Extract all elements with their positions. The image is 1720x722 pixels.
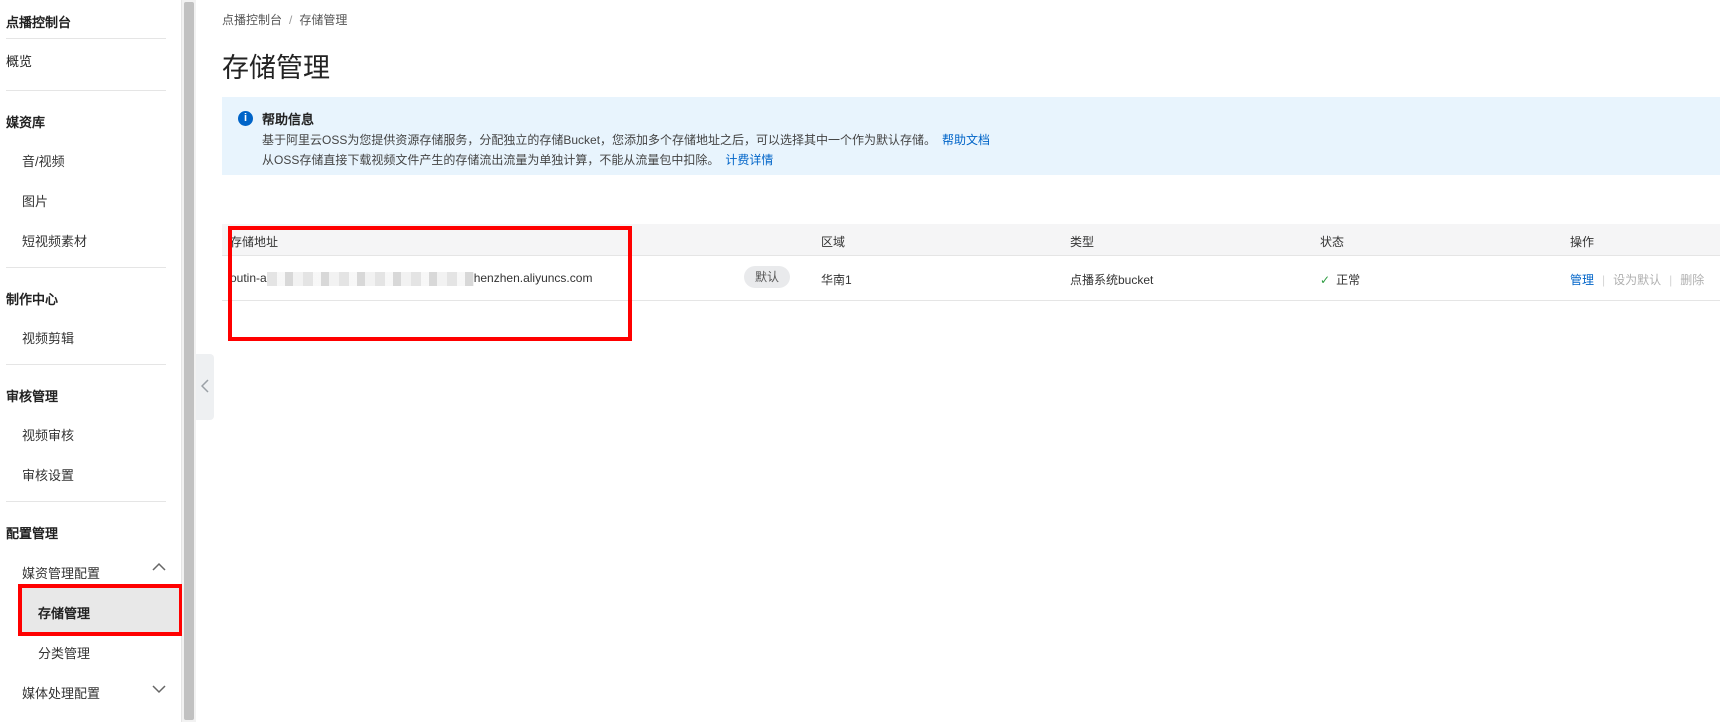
delete-button[interactable]: 删除 — [1680, 273, 1704, 287]
region-cell: 华南1 — [821, 273, 852, 287]
breadcrumb-root[interactable]: 点播控制台 — [222, 13, 282, 27]
check-icon: ✓ — [1320, 273, 1331, 287]
sidebar-item-overview[interactable]: 概览 — [6, 51, 32, 70]
sidebar-section-production: 制作中心 — [6, 292, 59, 307]
sidebar-item-storage-management[interactable]: 存储管理 — [38, 603, 90, 622]
type-cell: 点播系统bucket — [1070, 273, 1154, 287]
main-content: 点播控制台 / 存储管理 存储管理 i 帮助信息 基于阿里云OSS为您提供资源存储服… — [214, 0, 1720, 722]
help-text-1: 基于阿里云OSS为您提供资源存储服务，分配独立的存储Bucket，您添加多个存储… — [262, 133, 937, 147]
sidebar-section-media-library: 媒资库 — [6, 115, 46, 130]
sidebar: 点播控制台 概览 媒资库 音/视频 图片 短视频素材 制作中心 视频剪辑 审核管… — [0, 0, 183, 722]
sidebar-divider — [6, 501, 166, 502]
action-divider: | — [1669, 273, 1673, 287]
column-header-region: 区域 — [821, 235, 846, 249]
action-divider: | — [1602, 273, 1606, 287]
sidebar-section-config: 配置管理 — [6, 526, 59, 541]
chevron-left-icon — [200, 378, 209, 396]
manage-button[interactable]: 管理 — [1570, 273, 1594, 287]
help-line-1: 基于阿里云OSS为您提供资源存储服务，分配独立的存储Bucket，您添加多个存储… — [262, 131, 990, 148]
sidebar-item-short-video-material[interactable]: 短视频素材 — [22, 231, 87, 250]
page-title: 存储管理 — [222, 53, 330, 83]
sidebar-section-review: 审核管理 — [6, 389, 59, 404]
actions-cell: 管理 | 设为默认 | 删除 — [1570, 271, 1704, 288]
sidebar-item-audio-video[interactable]: 音/视频 — [22, 151, 65, 170]
sidebar-item-media-processing-config[interactable]: 媒体处理配置 — [22, 683, 100, 702]
sidebar-title: 点播控制台 — [6, 15, 72, 30]
status-cell: ✓ 正常 — [1320, 271, 1360, 288]
info-icon: i — [238, 111, 253, 126]
scrollbar-thumb[interactable] — [184, 2, 194, 720]
sidebar-item-category-management[interactable]: 分类管理 — [38, 643, 90, 662]
help-text-2: 从OSS存储直接下载视频文件产生的存储流出流量为单独计算，不能从流量包中扣除。 — [262, 153, 720, 167]
sidebar-item-images[interactable]: 图片 — [22, 191, 48, 210]
highlight-box-storage-address — [228, 226, 632, 341]
sidebar-item-review-settings[interactable]: 审核设置 — [22, 465, 74, 484]
sidebar-divider — [6, 90, 166, 91]
help-docs-link[interactable]: 帮助文档 — [942, 133, 990, 147]
status-text: 正常 — [1336, 273, 1361, 287]
sidebar-divider — [6, 38, 166, 39]
chevron-up-icon[interactable] — [152, 561, 166, 575]
sidebar-scrollbar[interactable] — [182, 0, 196, 722]
sidebar-divider — [6, 364, 166, 365]
help-line-2: 从OSS存储直接下载视频文件产生的存储流出流量为单独计算，不能从流量包中扣除。计… — [262, 151, 773, 168]
default-badge: 默认 — [744, 266, 791, 288]
help-title: 帮助信息 — [262, 112, 315, 127]
column-header-status: 状态 — [1320, 235, 1345, 249]
set-default-button[interactable]: 设为默认 — [1613, 273, 1661, 287]
column-header-type: 类型 — [1070, 235, 1095, 249]
sidebar-item-video-review[interactable]: 视频审核 — [22, 425, 74, 444]
help-info-banner: i 帮助信息 基于阿里云OSS为您提供资源存储服务，分配独立的存储Bucket，… — [222, 97, 1720, 175]
billing-details-link[interactable]: 计费详情 — [725, 153, 773, 167]
breadcrumb: 点播控制台 / 存储管理 — [222, 11, 347, 28]
breadcrumb-current: 存储管理 — [299, 13, 348, 27]
breadcrumb-separator: / — [289, 13, 293, 27]
sidebar-item-media-config[interactable]: 媒资管理配置 — [22, 563, 100, 582]
column-header-actions: 操作 — [1570, 235, 1595, 249]
collapse-sidebar-handle[interactable] — [196, 354, 214, 420]
sidebar-item-video-editing[interactable]: 视频剪辑 — [22, 328, 74, 347]
sidebar-divider — [6, 267, 166, 268]
chevron-down-icon[interactable] — [152, 683, 166, 697]
